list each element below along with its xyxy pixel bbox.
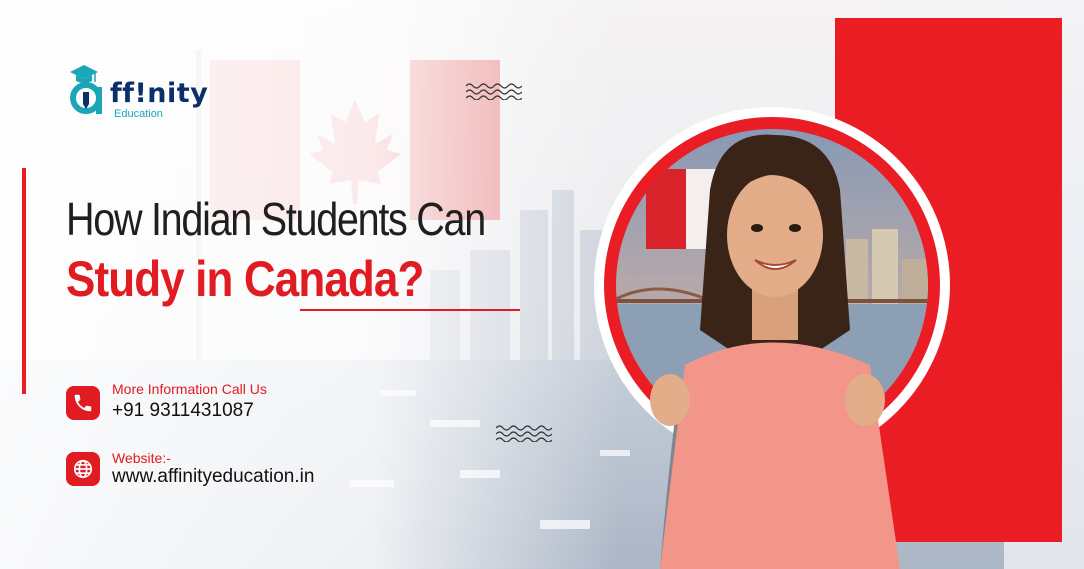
headline-line-1: How Indian Students Can bbox=[66, 193, 486, 245]
phone-label: More Information Call Us bbox=[112, 381, 267, 397]
left-accent-bar bbox=[22, 168, 26, 394]
banner: ff!nity Education How Indian Students Ca… bbox=[0, 0, 1084, 569]
website-label: Website:- bbox=[112, 450, 171, 466]
headline-line-2: Study in Canada? bbox=[66, 251, 424, 307]
logo-wordmark: ff!nity bbox=[110, 78, 209, 109]
website-link[interactable]: www.affinityeducation.in bbox=[112, 466, 314, 488]
zigzag-icon bbox=[466, 83, 522, 100]
phone-icon[interactable] bbox=[66, 386, 100, 420]
graduation-cap-icon bbox=[70, 65, 102, 114]
zigzag-icon bbox=[496, 425, 552, 442]
affinity-logo[interactable]: ff!nity Education bbox=[66, 62, 246, 124]
logo-subtitle: Education bbox=[114, 108, 163, 120]
globe-icon[interactable] bbox=[66, 452, 100, 486]
headline-underline bbox=[300, 309, 520, 311]
student-photo bbox=[650, 134, 900, 569]
phone-number[interactable]: +91 9311431087 bbox=[112, 400, 254, 422]
